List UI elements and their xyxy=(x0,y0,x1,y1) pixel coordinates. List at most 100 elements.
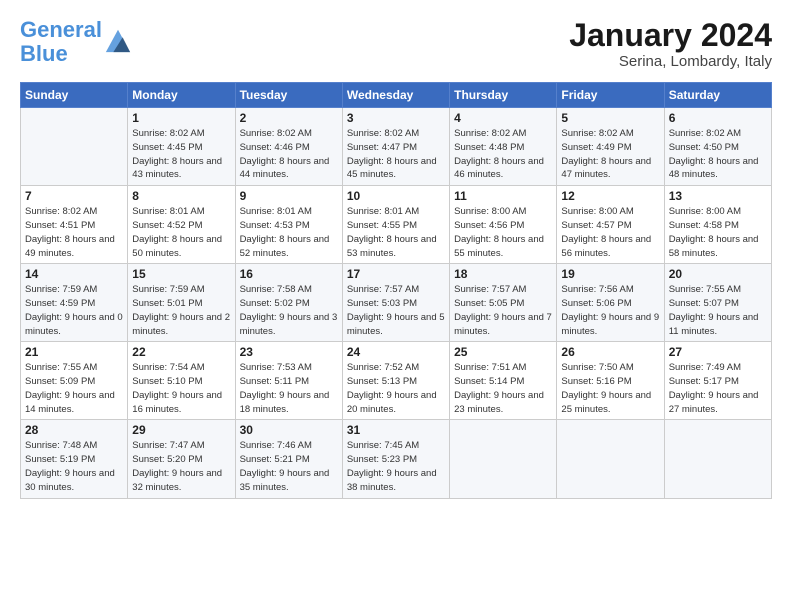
table-row: 4 Sunrise: 8:02 AM Sunset: 4:48 PM Daylig… xyxy=(450,108,557,186)
day-info: Sunrise: 8:02 AM Sunset: 4:46 PM Dayligh… xyxy=(240,127,338,182)
col-wednesday: Wednesday xyxy=(342,83,449,108)
table-row: 29Sunrise: 7:47 AM Sunset: 5:20 PM Dayli… xyxy=(128,420,235,498)
day-number: 30 xyxy=(240,423,338,437)
day-info: Sunrise: 8:02 AM Sunset: 4:48 PM Dayligh… xyxy=(454,127,552,182)
table-row: 15Sunrise: 7:59 AM Sunset: 5:01 PM Dayli… xyxy=(128,264,235,342)
calendar-table: Sunday Monday Tuesday Wednesday Thursday… xyxy=(20,82,772,498)
table-row: 30 Sunrise: 7:46 AM Sunset: 5:21 PM Dayli… xyxy=(235,420,342,498)
day-info: Sunrise: 7:49 AM Sunset: 5:17 PM Dayligh… xyxy=(669,361,767,416)
table-row: 20 Sunrise: 7:55 AM Sunset: 5:07 PM Dayli… xyxy=(664,264,771,342)
calendar-week-row: 14Sunrise: 7:59 AM Sunset: 4:59 PM Dayli… xyxy=(21,264,772,342)
title-block: January 2024 Serina, Lombardy, Italy xyxy=(569,18,772,70)
table-row xyxy=(664,420,771,498)
day-info: Sunrise: 7:46 AM Sunset: 5:21 PM Dayligh… xyxy=(240,439,338,494)
table-row: 14Sunrise: 7:59 AM Sunset: 4:59 PM Dayli… xyxy=(21,264,128,342)
day-number: 1 xyxy=(132,111,230,125)
table-row: 21 Sunrise: 7:55 AM Sunset: 5:09 PM Dayli… xyxy=(21,342,128,420)
table-row: 2 Sunrise: 8:02 AM Sunset: 4:46 PM Daylig… xyxy=(235,108,342,186)
table-row: 22Sunrise: 7:54 AM Sunset: 5:10 PM Dayli… xyxy=(128,342,235,420)
day-number: 7 xyxy=(25,189,123,203)
calendar-week-row: 7Sunrise: 8:02 AM Sunset: 4:51 PM Daylig… xyxy=(21,186,772,264)
day-info: Sunrise: 8:02 AM Sunset: 4:47 PM Dayligh… xyxy=(347,127,445,182)
calendar-week-row: 28 Sunrise: 7:48 AM Sunset: 5:19 PM Dayli… xyxy=(21,420,772,498)
table-row: 11 Sunrise: 8:00 AM Sunset: 4:56 PM Dayli… xyxy=(450,186,557,264)
day-number: 21 xyxy=(25,345,123,359)
table-row: 25 Sunrise: 7:51 AM Sunset: 5:14 PM Dayli… xyxy=(450,342,557,420)
calendar-week-row: 21 Sunrise: 7:55 AM Sunset: 5:09 PM Dayli… xyxy=(21,342,772,420)
table-row: 13 Sunrise: 8:00 AM Sunset: 4:58 PM Dayli… xyxy=(664,186,771,264)
day-info: Sunrise: 8:00 AM Sunset: 4:58 PM Dayligh… xyxy=(669,205,767,260)
day-number: 3 xyxy=(347,111,445,125)
table-row: 9 Sunrise: 8:01 AM Sunset: 4:53 PM Daylig… xyxy=(235,186,342,264)
day-info: Sunrise: 8:00 AM Sunset: 4:56 PM Dayligh… xyxy=(454,205,552,260)
table-row: 1 Sunrise: 8:02 AM Sunset: 4:45 PM Daylig… xyxy=(128,108,235,186)
table-row xyxy=(557,420,664,498)
day-number: 14 xyxy=(25,267,123,281)
day-info: Sunrise: 7:54 AM Sunset: 5:10 PM Dayligh… xyxy=(132,361,230,416)
table-row: 5 Sunrise: 8:02 AM Sunset: 4:49 PM Daylig… xyxy=(557,108,664,186)
calendar-header-row: Sunday Monday Tuesday Wednesday Thursday… xyxy=(21,83,772,108)
table-row: 12Sunrise: 8:00 AM Sunset: 4:57 PM Dayli… xyxy=(557,186,664,264)
table-row: 26Sunrise: 7:50 AM Sunset: 5:16 PM Dayli… xyxy=(557,342,664,420)
day-number: 9 xyxy=(240,189,338,203)
day-number: 4 xyxy=(454,111,552,125)
day-number: 11 xyxy=(454,189,552,203)
page: GeneralBlue January 2024 Serina, Lombard… xyxy=(0,0,792,612)
table-row: 19Sunrise: 7:56 AM Sunset: 5:06 PM Dayli… xyxy=(557,264,664,342)
day-number: 10 xyxy=(347,189,445,203)
table-row xyxy=(21,108,128,186)
table-row: 7Sunrise: 8:02 AM Sunset: 4:51 PM Daylig… xyxy=(21,186,128,264)
location: Serina, Lombardy, Italy xyxy=(569,53,772,70)
day-info: Sunrise: 7:52 AM Sunset: 5:13 PM Dayligh… xyxy=(347,361,445,416)
day-info: Sunrise: 8:02 AM Sunset: 4:49 PM Dayligh… xyxy=(561,127,659,182)
col-thursday: Thursday xyxy=(450,83,557,108)
day-info: Sunrise: 7:56 AM Sunset: 5:06 PM Dayligh… xyxy=(561,283,659,338)
day-number: 24 xyxy=(347,345,445,359)
day-number: 13 xyxy=(669,189,767,203)
day-number: 29 xyxy=(132,423,230,437)
day-number: 6 xyxy=(669,111,767,125)
day-info: Sunrise: 7:50 AM Sunset: 5:16 PM Dayligh… xyxy=(561,361,659,416)
day-number: 27 xyxy=(669,345,767,359)
logo: GeneralBlue xyxy=(20,18,132,66)
day-info: Sunrise: 7:59 AM Sunset: 5:01 PM Dayligh… xyxy=(132,283,230,338)
table-row: 18 Sunrise: 7:57 AM Sunset: 5:05 PM Dayli… xyxy=(450,264,557,342)
day-info: Sunrise: 8:02 AM Sunset: 4:45 PM Dayligh… xyxy=(132,127,230,182)
logo-text: GeneralBlue xyxy=(20,18,102,66)
day-info: Sunrise: 8:01 AM Sunset: 4:55 PM Dayligh… xyxy=(347,205,445,260)
logo-icon xyxy=(104,26,132,54)
table-row: 23Sunrise: 7:53 AM Sunset: 5:11 PM Dayli… xyxy=(235,342,342,420)
table-row: 28 Sunrise: 7:48 AM Sunset: 5:19 PM Dayli… xyxy=(21,420,128,498)
col-friday: Friday xyxy=(557,83,664,108)
day-info: Sunrise: 7:57 AM Sunset: 5:03 PM Dayligh… xyxy=(347,283,445,338)
col-saturday: Saturday xyxy=(664,83,771,108)
table-row: 31 Sunrise: 7:45 AM Sunset: 5:23 PM Dayli… xyxy=(342,420,449,498)
table-row: 17 Sunrise: 7:57 AM Sunset: 5:03 PM Dayli… xyxy=(342,264,449,342)
table-row: 24 Sunrise: 7:52 AM Sunset: 5:13 PM Dayli… xyxy=(342,342,449,420)
day-info: Sunrise: 7:51 AM Sunset: 5:14 PM Dayligh… xyxy=(454,361,552,416)
day-info: Sunrise: 7:45 AM Sunset: 5:23 PM Dayligh… xyxy=(347,439,445,494)
day-number: 18 xyxy=(454,267,552,281)
day-number: 12 xyxy=(561,189,659,203)
day-info: Sunrise: 7:55 AM Sunset: 5:07 PM Dayligh… xyxy=(669,283,767,338)
day-info: Sunrise: 7:55 AM Sunset: 5:09 PM Dayligh… xyxy=(25,361,123,416)
day-number: 31 xyxy=(347,423,445,437)
day-number: 28 xyxy=(25,423,123,437)
header: GeneralBlue January 2024 Serina, Lombard… xyxy=(20,18,772,70)
day-number: 25 xyxy=(454,345,552,359)
day-info: Sunrise: 7:57 AM Sunset: 5:05 PM Dayligh… xyxy=(454,283,552,338)
day-info: Sunrise: 8:01 AM Sunset: 4:53 PM Dayligh… xyxy=(240,205,338,260)
day-info: Sunrise: 8:02 AM Sunset: 4:50 PM Dayligh… xyxy=(669,127,767,182)
day-number: 17 xyxy=(347,267,445,281)
table-row: 6 Sunrise: 8:02 AM Sunset: 4:50 PM Daylig… xyxy=(664,108,771,186)
day-info: Sunrise: 7:48 AM Sunset: 5:19 PM Dayligh… xyxy=(25,439,123,494)
day-number: 16 xyxy=(240,267,338,281)
day-number: 23 xyxy=(240,345,338,359)
col-monday: Monday xyxy=(128,83,235,108)
day-number: 2 xyxy=(240,111,338,125)
day-number: 20 xyxy=(669,267,767,281)
col-tuesday: Tuesday xyxy=(235,83,342,108)
table-row: 3 Sunrise: 8:02 AM Sunset: 4:47 PM Daylig… xyxy=(342,108,449,186)
day-number: 5 xyxy=(561,111,659,125)
table-row: 10 Sunrise: 8:01 AM Sunset: 4:55 PM Dayli… xyxy=(342,186,449,264)
